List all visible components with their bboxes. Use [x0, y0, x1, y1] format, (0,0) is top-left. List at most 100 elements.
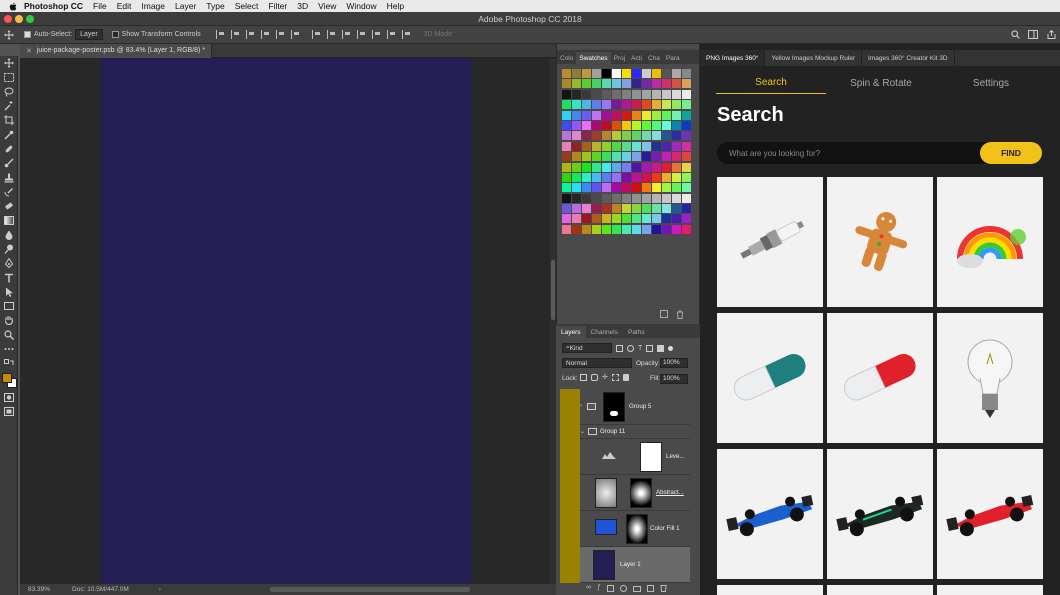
color-swatch[interactable] [572, 224, 581, 234]
color-swatch[interactable] [622, 89, 631, 99]
color-swatch[interactable] [562, 100, 571, 110]
new-group-icon[interactable] [632, 586, 641, 592]
color-swatch[interactable] [632, 89, 641, 99]
color-swatch[interactable] [662, 79, 671, 89]
distribute-hcenter-icon[interactable] [371, 30, 381, 39]
filter-shape-icon[interactable] [646, 344, 654, 352]
color-swatch[interactable] [562, 69, 571, 78]
foreground-color-swatch[interactable] [2, 372, 12, 383]
color-swatch[interactable] [622, 141, 631, 151]
pen-tool-icon[interactable] [0, 256, 18, 270]
color-swatch[interactable] [592, 183, 601, 193]
color-swatch[interactable] [562, 141, 571, 151]
menu-layer[interactable]: Layer [175, 1, 196, 11]
eraser-tool-icon[interactable] [0, 199, 18, 213]
color-swatch[interactable] [672, 141, 681, 151]
subnav-spin-rotate[interactable]: Spin & Rotate [826, 72, 936, 94]
color-swatch[interactable] [652, 79, 661, 89]
subnav-settings[interactable]: Settings [936, 72, 1046, 94]
align-left-icon[interactable] [260, 30, 270, 39]
tab-actions[interactable]: Acti [628, 52, 645, 64]
result-card-red-capsule[interactable] [827, 313, 933, 443]
result-card-gingerbread[interactable] [827, 177, 933, 307]
color-swatch[interactable] [592, 152, 601, 162]
expand-arrow-icon[interactable]: › [580, 403, 582, 409]
tab-channels[interactable]: Channels [586, 326, 623, 338]
color-swatch[interactable] [632, 100, 641, 110]
color-swatch[interactable] [622, 224, 631, 234]
layer-filter-dropdown[interactable]: ⌕ Kind [562, 343, 612, 353]
color-swatch[interactable] [602, 204, 611, 214]
color-swatch[interactable] [612, 152, 621, 162]
filter-smart-icon[interactable] [657, 344, 665, 352]
screen-mode-icon[interactable] [0, 405, 18, 419]
color-swatch[interactable] [622, 120, 631, 130]
color-swatch[interactable] [682, 110, 691, 120]
color-swatch[interactable] [582, 224, 591, 234]
color-swatch[interactable] [672, 131, 681, 141]
marquee-tool-icon[interactable] [0, 70, 18, 84]
color-swatch[interactable] [632, 131, 641, 141]
color-swatch[interactable] [562, 214, 571, 224]
color-swatch[interactable] [662, 131, 671, 141]
color-swatch[interactable] [662, 172, 671, 182]
hand-tool-icon[interactable] [0, 313, 18, 327]
color-swatch[interactable] [572, 214, 581, 224]
color-swatch[interactable] [602, 69, 611, 78]
color-swatch[interactable] [652, 110, 661, 120]
color-swatch[interactable] [682, 141, 691, 151]
color-swatch[interactable] [662, 152, 671, 162]
color-swatch[interactable] [682, 183, 691, 193]
magic-wand-icon[interactable] [0, 99, 18, 113]
filter-pixel-icon[interactable] [616, 344, 623, 352]
color-swatch[interactable] [622, 183, 631, 193]
color-swatch[interactable] [602, 183, 611, 193]
color-swatch[interactable] [612, 79, 621, 89]
color-swatch[interactable] [572, 69, 581, 78]
tab-character[interactable]: Cha [645, 52, 663, 64]
layer-style-icon[interactable]: ƒ [597, 584, 601, 594]
zoom-window-icon[interactable] [26, 15, 34, 23]
color-swatch[interactable] [592, 131, 601, 141]
color-swatch[interactable] [672, 162, 681, 172]
color-swatch[interactable] [662, 120, 671, 130]
visibility-eye-icon[interactable] [560, 389, 580, 425]
color-swatch[interactable] [622, 162, 631, 172]
color-swatch[interactable] [582, 131, 591, 141]
color-swatch[interactable] [632, 120, 641, 130]
search-input[interactable] [717, 148, 980, 158]
color-swatch[interactable] [572, 162, 581, 172]
align-hcenter-icon[interactable] [275, 30, 285, 39]
auto-select-dropdown[interactable]: Layer [75, 29, 103, 40]
zoom-tool-icon[interactable] [0, 328, 18, 342]
color-swatch[interactable] [642, 172, 651, 182]
color-swatch[interactable] [582, 172, 591, 182]
color-swatch[interactable] [572, 120, 581, 130]
visibility-eye-icon[interactable] [560, 547, 580, 583]
canvas-scroll-thumb[interactable] [551, 260, 555, 320]
color-swatch[interactable] [662, 69, 671, 78]
color-swatch[interactable] [682, 172, 691, 182]
visibility-eye-icon[interactable] [560, 511, 580, 547]
distribute-right-icon[interactable] [386, 30, 396, 39]
result-card-green-race-car[interactable] [827, 449, 933, 579]
blend-mode-dropdown[interactable]: Normal [562, 358, 632, 368]
workspace-icon[interactable] [1027, 29, 1039, 41]
color-swatch[interactable] [652, 120, 661, 130]
color-swatch[interactable] [672, 224, 681, 234]
show-transform-checkbox[interactable] [111, 31, 119, 38]
color-swatch[interactable] [622, 131, 631, 141]
color-swatch[interactable] [622, 110, 631, 120]
color-swatch[interactable] [592, 89, 601, 99]
result-card-blue-race-car[interactable] [717, 449, 823, 579]
result-card-rainbow[interactable] [937, 177, 1043, 307]
color-swatch[interactable] [632, 172, 641, 182]
new-adjustment-icon[interactable] [619, 585, 627, 592]
color-swatch[interactable] [582, 141, 591, 151]
add-mask-icon[interactable] [606, 585, 614, 592]
color-swatch[interactable] [582, 110, 591, 120]
path-selection-icon[interactable] [0, 285, 18, 299]
color-swatch[interactable] [642, 183, 651, 193]
color-swatch[interactable] [652, 183, 661, 193]
tab-layers[interactable]: Layers [556, 326, 586, 338]
